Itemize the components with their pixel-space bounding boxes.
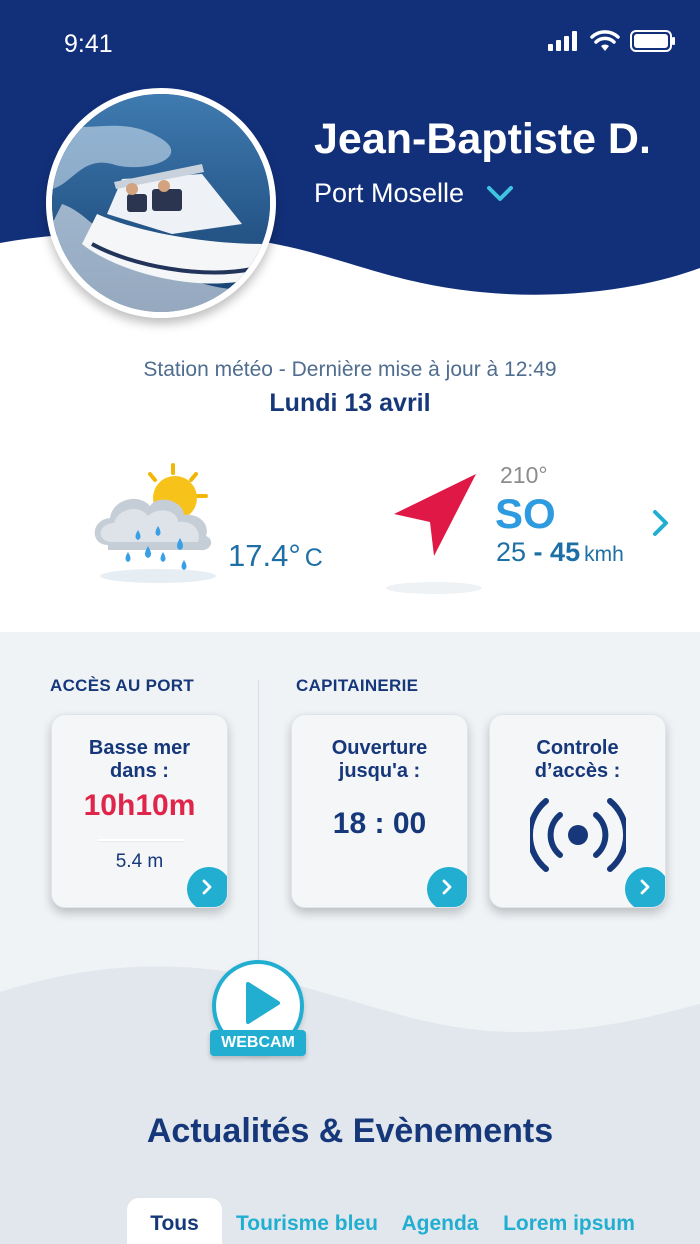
chevron-right-icon[interactable] xyxy=(650,508,672,538)
low-tide-card[interactable]: Basse mer dans : 10h10m 5.4 m xyxy=(51,714,228,908)
low-tide-title-line1: Basse mer xyxy=(88,737,191,759)
access-control-title-line1: Controle xyxy=(536,737,619,759)
status-time: 9:41 xyxy=(64,30,113,58)
low-tide-open-button[interactable] xyxy=(187,867,227,907)
closing-time: 18 : 00 xyxy=(332,807,427,840)
tab-lorem-ipsum[interactable]: Lorem ipsum xyxy=(502,1198,636,1244)
wind-direction: SO xyxy=(495,490,556,537)
user-name: Jean-Baptiste D. xyxy=(314,115,651,163)
chevron-right-icon xyxy=(640,879,650,895)
tab-all[interactable]: Tous xyxy=(127,1198,222,1244)
wind-speed-max: 45 xyxy=(550,537,581,567)
nfc-signal-icon xyxy=(530,798,626,872)
section-divider xyxy=(258,680,259,960)
access-control-title-line2: d’accès : xyxy=(534,760,621,782)
profile-avatar[interactable] xyxy=(46,88,276,318)
chevron-right-icon xyxy=(442,879,452,895)
temperature: 17.4° C xyxy=(228,538,323,574)
boat-photo xyxy=(52,94,270,312)
access-control-card[interactable]: Controle d’accès : xyxy=(489,714,666,908)
wind-degrees: 210° xyxy=(500,462,548,488)
status-icons xyxy=(548,30,676,52)
harbor-office-section-label: CAPITAINERIE xyxy=(296,676,419,695)
wind-speed: 25 - 45 kmh xyxy=(496,537,624,568)
signal-strength-icon xyxy=(548,31,577,51)
low-tide-title: Basse mer dans : xyxy=(52,737,227,783)
opening-hours-title: Ouverture jusqu'a : xyxy=(292,737,467,783)
opening-hours-open-button[interactable] xyxy=(427,867,467,907)
port-selector[interactable]: Port Moselle xyxy=(314,178,514,209)
tab-blue-tourism[interactable]: Tourisme bleu xyxy=(236,1198,378,1244)
chevron-right-icon xyxy=(202,879,212,895)
low-tide-title-line2: dans : xyxy=(110,760,169,782)
chevron-down-icon xyxy=(487,185,514,201)
port-name: Port Moselle xyxy=(314,178,465,208)
battery-icon xyxy=(630,30,675,52)
wind-speed-separator: - xyxy=(526,537,551,567)
wind-speed-unit: kmh xyxy=(584,543,624,566)
access-control-title: Controle d’accès : xyxy=(490,737,665,783)
access-control-open-button[interactable] xyxy=(625,867,665,907)
weather-station-update: Station météo - Dernière mise à jour à 1… xyxy=(143,358,557,381)
access-section-label: ACCÈS AU PORT xyxy=(50,676,195,695)
temperature-value: 17.4° xyxy=(228,538,301,573)
wifi-icon xyxy=(590,30,620,51)
news-tabs: Tous Tourisme bleu Agenda Lorem ipsum xyxy=(0,1198,700,1244)
webcam-button[interactable]: WEBCAM xyxy=(210,960,306,1066)
rain-sun-cloud-icon xyxy=(94,463,216,583)
opening-hours-title-line2: jusqu'a : xyxy=(338,760,421,782)
port-services-section: ACCÈS AU PORT CAPITAINERIE Basse mer dan… xyxy=(0,632,700,1244)
news-section-title: Actualités & Evènements xyxy=(146,1112,554,1150)
wind-direction-arrow-icon xyxy=(386,474,482,594)
webcam-label: WEBCAM xyxy=(210,1030,306,1056)
wind-speed-min: 25 xyxy=(496,537,527,567)
temperature-unit: C xyxy=(304,544,323,572)
opening-hours-title-line1: Ouverture xyxy=(331,737,428,759)
opening-hours-card[interactable]: Ouverture jusqu'a : 18 : 00 xyxy=(291,714,468,908)
low-tide-countdown: 10h10m xyxy=(83,789,196,822)
weather-date: Lundi 13 avril xyxy=(269,389,431,417)
tab-agenda[interactable]: Agenda xyxy=(397,1198,483,1244)
profile-header: 9:41 Jean-Baptiste D. Port Moselle xyxy=(0,0,700,330)
card-divider xyxy=(98,839,184,841)
